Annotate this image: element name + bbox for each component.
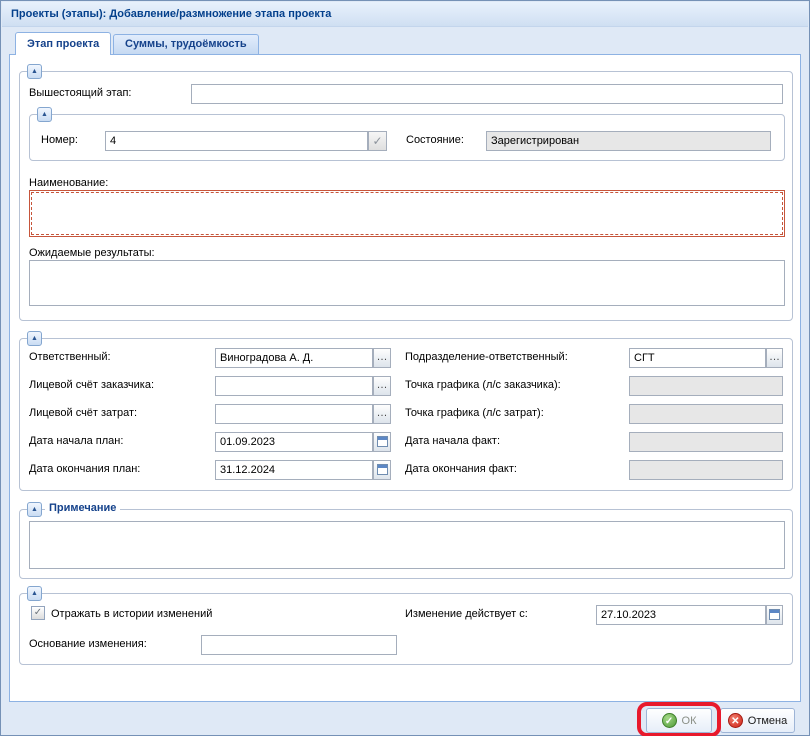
collapse-icon[interactable]: ▲ — [37, 107, 52, 122]
ok-icon: ✓ — [662, 713, 677, 728]
end-date-fact-label: Дата окончания факт: — [405, 463, 517, 475]
change-effective-label: Изменение действует с: — [405, 608, 528, 620]
ellipsis-icon[interactable]: … — [373, 404, 391, 424]
calendar-icon[interactable] — [766, 605, 783, 625]
cost-account-label: Лицевой счёт затрат: — [29, 407, 137, 419]
state-label: Состояние: — [406, 134, 464, 146]
collapse-icon[interactable]: ▲ — [27, 502, 42, 517]
start-date-fact-field — [629, 432, 783, 452]
screen: Проекты (этапы): Добавление/размножение … — [0, 0, 810, 736]
responsible-input[interactable] — [215, 348, 373, 368]
start-date-fact-label: Дата начала факт: — [405, 435, 500, 447]
start-date-plan-input[interactable] — [215, 432, 373, 452]
ok-button-label: ОК — [682, 715, 697, 727]
name-textarea[interactable] — [29, 190, 785, 237]
check-icon[interactable]: ✓ — [368, 131, 387, 151]
schedule-point-customer-label: Точка графика (л/с заказчика): — [405, 379, 561, 391]
parent-stage-label: Вышестоящий этап: — [29, 87, 132, 99]
change-effective-input[interactable] — [596, 605, 766, 625]
ellipsis-icon[interactable]: … — [373, 376, 391, 396]
schedule-point-cost-field — [629, 404, 783, 424]
customer-account-input[interactable] — [215, 376, 373, 396]
cost-account-input[interactable] — [215, 404, 373, 424]
cancel-icon: ✕ — [728, 713, 743, 728]
collapse-icon[interactable]: ▲ — [27, 586, 42, 601]
reflect-history-label: Отражать в истории изменений — [51, 608, 212, 620]
ok-button[interactable]: ✓ ОК — [646, 708, 712, 733]
cancel-button-label: Отмена — [748, 715, 787, 727]
calendar-icon[interactable] — [373, 432, 391, 452]
collapse-icon[interactable]: ▲ — [27, 331, 42, 346]
expected-results-textarea[interactable] — [29, 260, 785, 306]
ellipsis-icon[interactable]: … — [373, 348, 391, 368]
fieldset-history — [19, 593, 793, 665]
end-date-plan-input[interactable] — [215, 460, 373, 480]
end-date-fact-field — [629, 460, 783, 480]
calendar-icon[interactable] — [373, 460, 391, 480]
note-textarea[interactable] — [29, 521, 785, 569]
change-reason-label: Основание изменения: — [29, 638, 147, 650]
tab-stage[interactable]: Этап проекта — [15, 32, 111, 55]
dialog-window: Проекты (этапы): Добавление/размножение … — [0, 0, 810, 736]
state-field — [486, 131, 771, 151]
note-legend: Примечание — [45, 502, 120, 514]
collapse-icon[interactable]: ▲ — [27, 64, 42, 79]
start-date-plan-label: Дата начала план: — [29, 435, 123, 447]
department-label: Подразделение-ответственный: — [405, 351, 568, 363]
schedule-point-customer-field — [629, 376, 783, 396]
responsible-label: Ответственный: — [29, 351, 111, 363]
schedule-point-cost-label: Точка графика (л/с затрат): — [405, 407, 544, 419]
parent-stage-input[interactable] — [191, 84, 783, 104]
cancel-button[interactable]: ✕ Отмена — [720, 708, 795, 733]
department-input[interactable] — [629, 348, 766, 368]
window-title: Проекты (этапы): Добавление/размножение … — [2, 2, 808, 27]
end-date-plan-label: Дата окончания план: — [29, 463, 140, 475]
expected-results-label: Ожидаемые результаты: — [29, 247, 155, 259]
name-label: Наименование: — [29, 177, 108, 189]
customer-account-label: Лицевой счёт заказчика: — [29, 379, 154, 391]
ellipsis-icon[interactable]: … — [766, 348, 783, 368]
number-input[interactable] — [105, 131, 368, 151]
reflect-history-checkbox[interactable]: ✓ — [31, 606, 45, 620]
tab-sums[interactable]: Суммы, трудоёмкость — [113, 34, 259, 54]
change-reason-input[interactable] — [201, 635, 397, 655]
number-label: Номер: — [41, 134, 78, 146]
